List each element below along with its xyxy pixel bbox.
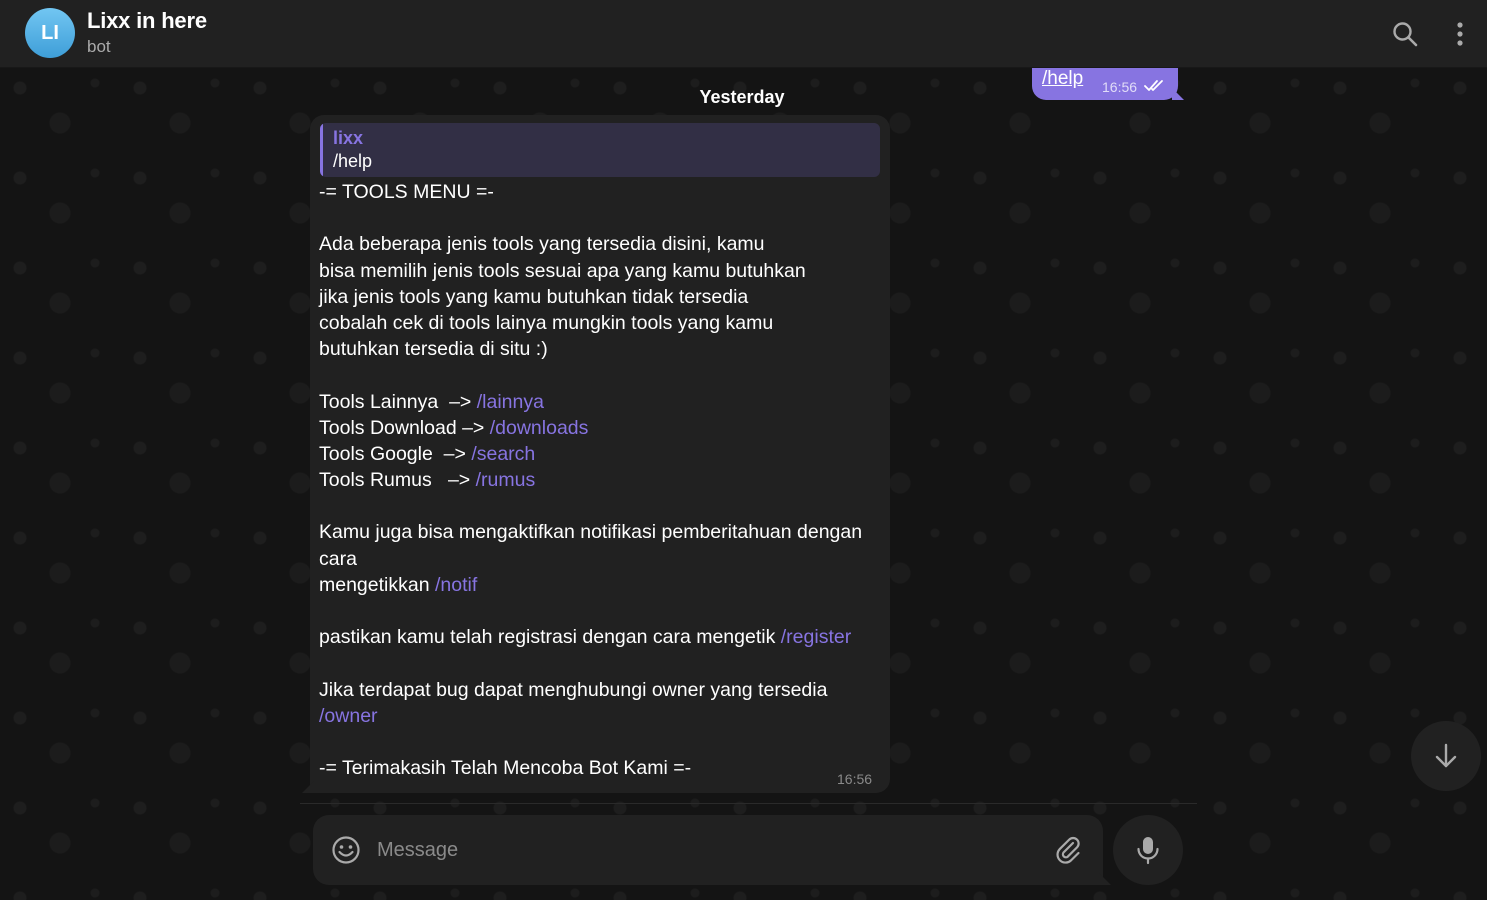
search-icon: [1393, 22, 1418, 47]
message-line: jika jenis tools yang kamu butuhkan tida…: [319, 285, 749, 308]
chat-title[interactable]: Lixx in here: [87, 8, 207, 34]
tool-row-search: Tools Google –> /search: [319, 441, 884, 467]
owner-text: Jika terdapat bug dapat menghubungi owne…: [319, 678, 828, 701]
command-link-downloads[interactable]: /downloads: [490, 417, 589, 439]
message-body: -= TOOLS MENU =- Ada beberapa jenis tool…: [319, 179, 884, 781]
message-line: [319, 205, 884, 231]
tool-row-lainnya: Tools Lainnya –> /lainnya: [319, 389, 884, 415]
message-line: bisa memilih jenis tools sesuai apa yang…: [319, 259, 806, 282]
emoji-button[interactable]: [331, 835, 361, 865]
message-line: [319, 729, 884, 755]
owner-row: /owner: [319, 703, 884, 729]
double-check-icon: [1144, 80, 1163, 91]
paperclip-icon: [1056, 836, 1080, 864]
microphone-icon: [1137, 837, 1159, 865]
command-link-search[interactable]: /search: [471, 443, 535, 465]
scroll-down-button[interactable]: [1411, 721, 1481, 791]
message-input[interactable]: [377, 833, 1037, 867]
message-line: [319, 650, 884, 676]
message-line: cobalah cek di tools lainya mungkin tool…: [319, 311, 774, 334]
tool-row-rumus: Tools Rumus –> /rumus: [319, 467, 884, 493]
message-time: 16:56: [1102, 79, 1138, 95]
tool-row-downloads: Tools Download –> /downloads: [319, 415, 884, 441]
message-composer[interactable]: [313, 815, 1103, 885]
tool-label: Tools Lainnya –>: [319, 390, 477, 413]
message-time: 16:56: [837, 771, 873, 787]
outgoing-message-text[interactable]: /help: [1042, 68, 1083, 90]
avatar[interactable]: LI: [25, 8, 75, 58]
notif-prefix: mengetikkan: [319, 573, 435, 596]
message-line: [319, 493, 884, 519]
arrow-down-icon: [1435, 743, 1457, 768]
message-line: [319, 598, 884, 624]
register-row: pastikan kamu telah registrasi dengan ca…: [319, 624, 884, 650]
command-link-notif[interactable]: /notif: [435, 574, 477, 596]
command-link-register[interactable]: /register: [781, 626, 851, 648]
outgoing-message[interactable]: /help 16:56: [1032, 68, 1178, 100]
message-line: [319, 362, 884, 388]
more-vertical-icon: [1457, 22, 1463, 46]
emoji-icon: [332, 836, 360, 864]
message-footer: -= Terimakasih Telah Mencoba Bot Kami =-: [319, 757, 692, 780]
telegram-app: LI Lixx in here bot Yesterday /help 16:5…: [0, 0, 1487, 900]
date-separator: Yesterday: [699, 86, 785, 107]
command-link-lainnya[interactable]: /lainnya: [477, 391, 544, 413]
reply-text: /help: [333, 151, 373, 171]
voice-message-button[interactable]: [1113, 815, 1183, 885]
tool-label: Tools Google –>: [319, 442, 472, 465]
command-link-owner[interactable]: /owner: [319, 705, 378, 727]
register-text: pastikan kamu telah registrasi dengan ca…: [319, 626, 781, 649]
reply-quote[interactable]: lixx /help: [320, 123, 880, 177]
message-line: Ada beberapa jenis tools yang tersedia d…: [319, 233, 765, 256]
message-line: -= TOOLS MENU =-: [319, 181, 494, 203]
chat-status: bot: [87, 37, 111, 56]
command-link-rumus[interactable]: /rumus: [476, 469, 536, 491]
notif-row: mengetikkan /notif: [319, 572, 884, 598]
reply-accent-bar: [320, 123, 323, 177]
tool-label: Tools Download –>: [319, 416, 490, 439]
composer-divider: [300, 803, 1197, 804]
incoming-message[interactable]: lixx /help -= TOOLS MENU =- Ada beberapa…: [310, 115, 890, 793]
more-options-button[interactable]: [1440, 14, 1480, 54]
reply-sender: lixx: [333, 128, 364, 148]
message-line: butuhkan tersedia di situ :): [319, 338, 548, 361]
tool-label: Tools Rumus –>: [319, 469, 476, 492]
notif-text: Kamu juga bisa mengaktifkan notifikasi p…: [319, 521, 863, 570]
chat-header[interactable]: LI Lixx in here bot: [0, 0, 1487, 68]
search-button[interactable]: [1385, 14, 1425, 54]
attach-button[interactable]: [1053, 835, 1083, 865]
